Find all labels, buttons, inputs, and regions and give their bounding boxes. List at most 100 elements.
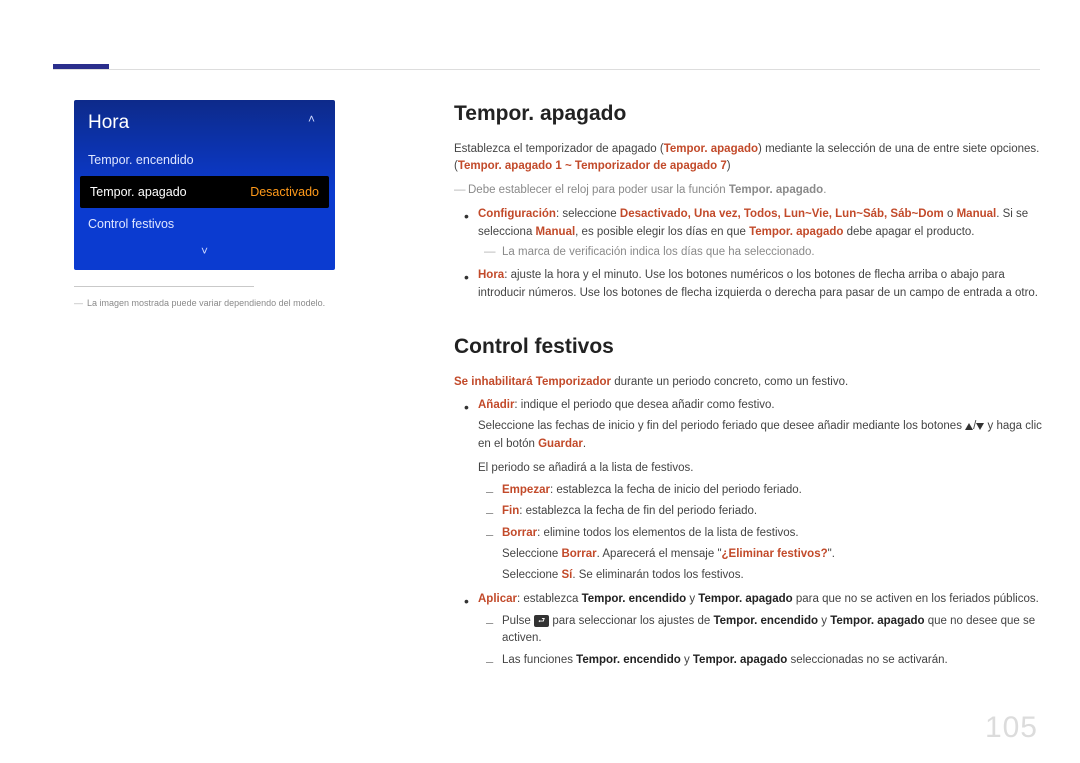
text-bold: Tempor. encendido xyxy=(576,654,681,666)
text-hl: Borrar xyxy=(561,548,596,560)
sub-list: Empezar: establezca la fecha de inicio d… xyxy=(478,482,1044,585)
text: Establezca el temporizador de apagado ( xyxy=(454,143,664,155)
triangle-up-icon xyxy=(965,423,973,430)
text: ". xyxy=(828,548,835,560)
text-hl: Desactivado, Una vez, Todos, Lun~Vie, Lu… xyxy=(620,208,944,220)
list-item: Borrar: elimine todos los elementos de l… xyxy=(502,525,1044,584)
osd-item-label: Tempor. encendido xyxy=(88,153,194,167)
heading-control-festivos: Control festivos xyxy=(454,331,1044,364)
list-item: Pulse ⮐ para seleccionar los ajustes de … xyxy=(502,613,1044,649)
image-disclaimer: ― La imagen mostrada puede variar dependi… xyxy=(74,297,344,311)
label: Configuración xyxy=(478,208,556,220)
text: durante un periodo concreto, como un fes… xyxy=(611,376,848,388)
text-hl: Temporizador de apagado 7 xyxy=(575,160,727,172)
label: Borrar xyxy=(502,527,537,539)
text-bold: Tempor. encendido xyxy=(582,593,687,605)
text-bold: Tempor. apagado xyxy=(693,654,787,666)
text-hl: Se inhabilitará Temporizador xyxy=(454,376,611,388)
text-hl: ~ xyxy=(562,160,575,172)
text: debe apagar el producto. xyxy=(843,226,974,238)
sub-note: ―La marca de verificación indica los día… xyxy=(478,244,1044,262)
osd-item-apagado[interactable]: Tempor. apagado Desactivado xyxy=(80,176,329,208)
dash-icon: ― xyxy=(484,244,502,262)
text-bold: Tempor. apagado xyxy=(830,615,924,627)
chevron-down-icon[interactable]: ˅ xyxy=(74,240,335,266)
text: . Se eliminarán todos los festivos. xyxy=(572,569,743,581)
list-item: Empezar: establezca la fecha de inicio d… xyxy=(502,482,1044,500)
osd-item-control-festivos[interactable]: Control festivos xyxy=(74,208,335,240)
label: Añadir xyxy=(478,399,514,411)
text: : elimine todos los elementos de la list… xyxy=(537,527,798,539)
list-item: Configuración: seleccione Desactivado, U… xyxy=(478,206,1044,261)
caption-text: La imagen mostrada puede variar dependie… xyxy=(87,298,325,308)
text-hl: Sí xyxy=(561,569,572,581)
text-bold: Tempor. encendido xyxy=(713,615,818,627)
label: Empezar xyxy=(502,484,550,496)
heading-tempor-apagado: Tempor. apagado xyxy=(454,98,1044,131)
enter-button-icon: ⮐ xyxy=(534,615,549,627)
text: : establezca la fecha de inicio del peri… xyxy=(550,484,802,496)
text: : ajuste la hora y el minuto. Use los bo… xyxy=(478,269,1038,299)
text: y xyxy=(818,615,830,627)
manual-page: Hora ˄ Tempor. encendido Tempor. apagado… xyxy=(0,0,1080,763)
borrar-line2: Seleccione Borrar. Aparecerá el mensaje … xyxy=(502,546,1044,564)
osd-menu-title-text: Hora xyxy=(88,112,129,133)
text: y xyxy=(686,593,698,605)
dash-icon: ― xyxy=(74,298,83,308)
text: Seleccione xyxy=(502,548,561,560)
osd-item-label: Tempor. apagado xyxy=(90,185,187,199)
text: ) xyxy=(727,160,731,172)
content-column: Tempor. apagado Establezca el temporizad… xyxy=(454,98,1044,676)
text-hl: Tempor. apagado 1 xyxy=(458,160,562,172)
text: para seleccionar los ajustes de xyxy=(549,615,713,627)
text-hl: Tempor. apagado xyxy=(749,226,843,238)
header-rule xyxy=(53,69,1040,70)
label: Aplicar xyxy=(478,593,517,605)
label: Fin xyxy=(502,505,519,517)
text: : establezca xyxy=(517,593,582,605)
text: . xyxy=(583,438,586,450)
text: La marca de verificación indica los días… xyxy=(502,246,815,258)
list-item: Añadir: indique el periodo que desea aña… xyxy=(478,397,1044,584)
add-line2: Seleccione las fechas de inicio y fin de… xyxy=(478,418,1044,454)
lead-para: Se inhabilitará Temporizador durante un … xyxy=(454,374,1044,392)
chevron-up-icon[interactable]: ˄ xyxy=(308,112,315,126)
bullet-list: Configuración: seleccione Desactivado, U… xyxy=(454,206,1044,303)
text: . Aparecerá el mensaje " xyxy=(597,548,722,560)
text: Seleccione xyxy=(502,569,561,581)
left-column: Hora ˄ Tempor. encendido Tempor. apagado… xyxy=(74,100,344,311)
text: : indique el periodo que desea añadir co… xyxy=(514,399,774,411)
text: Las funciones xyxy=(502,654,576,666)
text: Debe establecer el reloj para poder usar… xyxy=(468,184,729,196)
text: Seleccione las fechas de inicio y fin de… xyxy=(478,420,965,432)
text-hl: Tempor. apagado xyxy=(664,143,758,155)
period-line: El periodo se añadirá a la lista de fest… xyxy=(478,460,1044,478)
text: seleccionadas no se activarán. xyxy=(787,654,947,666)
dash-icon: ― xyxy=(454,182,468,200)
osd-item-encendido[interactable]: Tempor. encendido xyxy=(74,144,335,176)
text: para que no se activen en los feriados p… xyxy=(793,593,1039,605)
text-bold: Tempor. apagado xyxy=(729,184,823,196)
intro-para: Establezca el temporizador de apagado (T… xyxy=(454,141,1044,177)
page-number: 105 xyxy=(985,711,1038,745)
bullet-list-2: Añadir: indique el periodo que desea aña… xyxy=(454,397,1044,670)
clock-note: ―Debe establecer el reloj para poder usa… xyxy=(454,182,1044,200)
text-hl: Manual xyxy=(536,226,576,238)
list-item: Aplicar: establezca Tempor. encendido y … xyxy=(478,591,1044,670)
label: Hora xyxy=(478,269,504,281)
sub-list: Pulse ⮐ para seleccionar los ajustes de … xyxy=(478,613,1044,670)
text: y xyxy=(681,654,693,666)
list-item: Fin: establezca la fecha de fin del peri… xyxy=(502,503,1044,521)
osd-menu-title: Hora ˄ xyxy=(74,100,335,144)
divider xyxy=(74,286,254,287)
text: . xyxy=(823,184,826,196)
osd-menu: Hora ˄ Tempor. encendido Tempor. apagado… xyxy=(74,100,335,270)
osd-item-label: Control festivos xyxy=(88,217,174,231)
text: , es posible elegir los días en que xyxy=(575,226,749,238)
text-bold: Tempor. apagado xyxy=(698,593,792,605)
list-item: Hora: ajuste la hora y el minuto. Use lo… xyxy=(478,267,1044,303)
borrar-line3: Seleccione Sí. Se eliminarán todos los f… xyxy=(502,567,1044,585)
list-item: Las funciones Tempor. encendido y Tempor… xyxy=(502,652,1044,670)
text: o xyxy=(944,208,957,220)
text: : establezca la fecha de fin del periodo… xyxy=(519,505,757,517)
